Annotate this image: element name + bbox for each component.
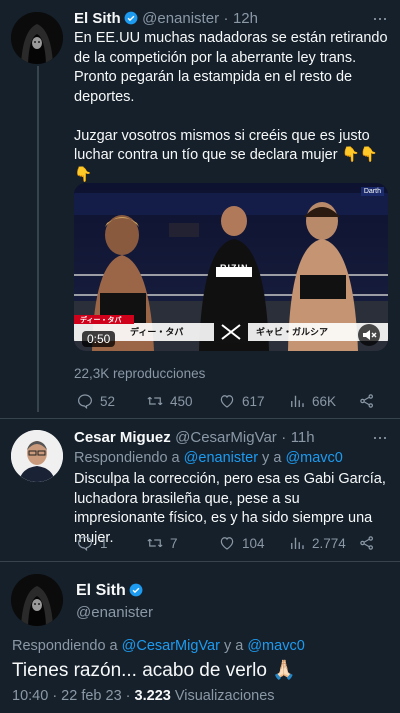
analytics-icon	[291, 537, 304, 549]
display-name[interactable]: Cesar Miguez	[74, 429, 171, 446]
tweet-text: Tienes razón... acabo de verlo 🙏🏻	[12, 660, 296, 681]
reply-icon	[78, 394, 92, 410]
like-button[interactable]: 104	[218, 534, 265, 552]
share-icon	[360, 394, 374, 408]
avatar[interactable]	[11, 430, 63, 482]
more-options-icon[interactable]: ···	[372, 427, 388, 448]
verified-badge-icon	[124, 11, 138, 25]
speaker-muted-icon	[363, 330, 377, 340]
tweet-header: El Sith	[76, 582, 143, 600]
mention-link[interactable]: @mavc0	[285, 450, 342, 466]
tweet-meta: 10:40 · 22 feb 23 · 3.223 Visualizacione…	[12, 688, 275, 704]
like-button[interactable]: 617	[218, 392, 265, 410]
caption-left: ディー・タパ	[130, 327, 184, 337]
analytics-icon	[291, 395, 304, 407]
video-duration: 0:50	[82, 331, 116, 347]
mute-button[interactable]	[358, 324, 380, 346]
views-count: 3.223	[134, 688, 171, 704]
views-count: 66K	[312, 393, 337, 409]
handle[interactable]: @CesarMigVar	[175, 429, 277, 446]
reply-button[interactable]: 52	[76, 392, 115, 410]
heart-icon	[220, 537, 234, 550]
tweet-header: Cesar Miguez @CesarMigVar · 11h	[74, 429, 315, 446]
retweet-count: 450	[170, 393, 193, 409]
video-player[interactable]: RIZIN ディー・タパ ディー・タパ ギャビ・ガルシア Darth 0:50	[74, 183, 388, 351]
like-count: 104	[242, 535, 265, 551]
tweet-text: En EE.UU muchas nadadoras se están retir…	[74, 30, 388, 202]
views-button[interactable]: 66K	[288, 392, 336, 410]
replying-to: Respondiendo a @enanister y a @mavc0	[74, 450, 343, 466]
views-count: 2.774	[312, 535, 346, 551]
handle[interactable]: @enanister	[142, 10, 219, 27]
share-button[interactable]	[358, 534, 376, 552]
timestamp[interactable]: 11h	[291, 429, 315, 446]
tweet-header: El Sith @enanister · 12h	[74, 10, 258, 27]
heart-icon	[220, 395, 234, 408]
like-count: 617	[242, 393, 265, 409]
timestamp[interactable]: 12h	[233, 10, 258, 27]
share-icon	[360, 536, 374, 550]
reply-count: 52	[100, 393, 116, 409]
retweet-button[interactable]: 7	[146, 534, 178, 552]
more-options-icon[interactable]: ···	[372, 8, 388, 29]
view-count: 22,3K reproducciones	[74, 366, 206, 381]
views-button[interactable]: 2.774	[288, 534, 346, 552]
display-name[interactable]: El Sith	[76, 582, 126, 599]
caption-right: ギャビ・ガルシア	[256, 327, 329, 337]
verified-badge-icon	[129, 583, 143, 597]
thread-line	[37, 66, 39, 412]
mention-link[interactable]: @mavc0	[247, 638, 304, 654]
views-label: Visualizaciones	[170, 688, 275, 704]
divider	[0, 418, 400, 419]
mention-link[interactable]: @enanister	[184, 450, 258, 466]
reply-icon	[78, 536, 92, 552]
replying-to: Respondiendo a @CesarMigVar y a @mavc0	[12, 638, 305, 654]
retweet-button[interactable]: 450	[146, 392, 193, 410]
display-name[interactable]: El Sith	[74, 10, 121, 27]
video-brand: RIZIN	[220, 263, 249, 273]
divider	[0, 561, 400, 562]
retweet-icon	[147, 538, 163, 548]
caption-red: ディー・タパ	[80, 317, 122, 324]
avatar[interactable]	[11, 12, 63, 64]
retweet-count: 7	[170, 535, 178, 551]
reply-count: 1	[100, 535, 108, 551]
corner-label: Darth	[360, 187, 384, 196]
share-button[interactable]	[358, 392, 376, 410]
reply-button[interactable]: 1	[76, 534, 108, 552]
timestamp[interactable]: 10:40 · 22 feb 23 ·	[12, 688, 135, 704]
handle[interactable]: @enanister	[76, 604, 153, 621]
avatar[interactable]	[11, 574, 63, 626]
retweet-icon	[147, 396, 163, 406]
mention-link[interactable]: @CesarMigVar	[122, 638, 220, 654]
